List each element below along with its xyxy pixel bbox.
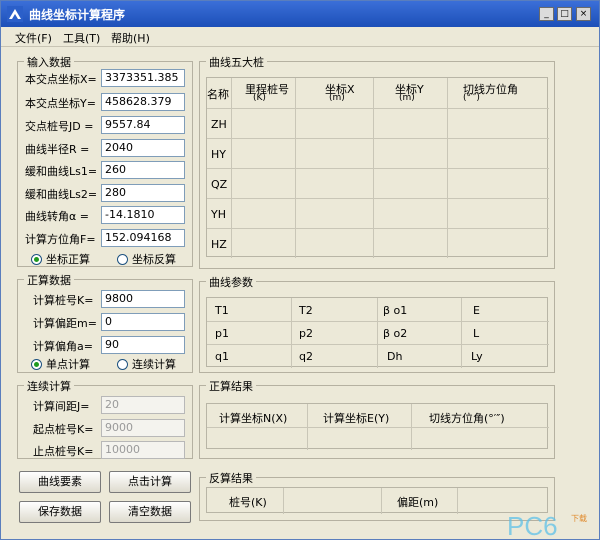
- radio-empty-icon: [117, 359, 128, 370]
- forward-result-title: 正算结果: [206, 378, 256, 394]
- forward-field-k[interactable]: 9800: [101, 290, 185, 308]
- input-field-x[interactable]: 3373351.385: [101, 69, 185, 87]
- svg-text:下载: 下载: [571, 513, 587, 523]
- param-t2: T2: [299, 304, 313, 317]
- radio-empty-icon: [117, 254, 128, 265]
- header-calc-n: 计算坐标N(X): [219, 412, 288, 425]
- save-data-button[interactable]: 保存数据: [19, 501, 101, 523]
- radio-single-calc[interactable]: 单点计算: [31, 356, 90, 372]
- param-q1: q1: [215, 350, 229, 363]
- input-field-ls1[interactable]: 260: [101, 161, 185, 179]
- minimize-button[interactable]: _: [539, 7, 554, 21]
- input-label-ls1: 缓和曲线Ls1=: [25, 165, 98, 178]
- five-stakes-title: 曲线五大桩: [206, 54, 267, 70]
- header-y-unit: (m): [399, 93, 415, 103]
- param-ly: Ly: [471, 350, 483, 363]
- forward-label-a: 计算偏角a=: [33, 340, 93, 353]
- header-calc-e: 计算坐标E(Y): [323, 412, 390, 425]
- input-label-x: 本交点坐标X=: [25, 73, 97, 86]
- menu-tools[interactable]: 工具(T): [63, 30, 100, 46]
- param-p2: p2: [299, 327, 313, 340]
- input-field-ls2[interactable]: 280: [101, 184, 185, 202]
- radio-forward-calc[interactable]: 坐标正算: [31, 251, 90, 267]
- input-field-alpha[interactable]: -14.1810: [101, 206, 185, 224]
- continuous-field-start[interactable]: 9000: [101, 419, 185, 437]
- menu-bar: 文件(F) 工具(T) 帮助(H): [1, 27, 599, 47]
- header-stake-unit: (K): [253, 93, 266, 103]
- radio-selected-icon: [31, 359, 42, 370]
- input-data-title: 输入数据: [24, 54, 74, 70]
- clear-data-button[interactable]: 清空数据: [109, 501, 191, 523]
- menu-file[interactable]: 文件(F): [15, 30, 52, 46]
- input-field-f[interactable]: 152.094168: [101, 229, 185, 247]
- radio-continuous-calc[interactable]: 连续计算: [117, 356, 176, 372]
- curve-elements-button[interactable]: 曲线要素: [19, 471, 101, 493]
- svg-text:PC6: PC6: [507, 511, 558, 539]
- inverse-result-table: 桩号(K) 偏距(m): [206, 487, 548, 514]
- continuous-label-j: 计算间距J=: [33, 400, 90, 413]
- header-x-unit: (m): [329, 93, 345, 103]
- param-q2: q2: [299, 350, 313, 363]
- row-zh: ZH: [211, 118, 227, 131]
- row-hz: HZ: [211, 238, 227, 251]
- input-label-f: 计算方位角F=: [25, 233, 96, 246]
- header-tangent-azimuth: 切线方位角(°′″): [429, 412, 505, 425]
- forward-label-k: 计算桩号K=: [33, 294, 94, 307]
- app-icon: [7, 6, 23, 22]
- continuous-field-end[interactable]: 10000: [101, 441, 185, 459]
- param-l: L: [473, 327, 480, 340]
- input-label-r: 曲线半径R =: [25, 143, 90, 156]
- continuous-label-end: 止点桩号K=: [33, 445, 94, 458]
- pc6-logo-watermark: PC6 下载: [507, 511, 587, 539]
- forward-label-m: 计算偏距m=: [33, 317, 97, 330]
- input-field-y[interactable]: 458628.379: [101, 93, 185, 111]
- click-compute-button[interactable]: 点击计算: [109, 471, 191, 493]
- param-p1: p1: [215, 327, 229, 340]
- header-stake-k: 桩号(K): [229, 496, 267, 509]
- input-field-r[interactable]: 2040: [101, 139, 185, 157]
- continuous-field-j[interactable]: 20: [101, 396, 185, 414]
- input-field-jd[interactable]: 9557.84: [101, 116, 185, 134]
- row-hy: HY: [211, 148, 226, 161]
- forward-result-table: 计算坐标N(X) 计算坐标E(Y) 切线方位角(°′″): [206, 403, 549, 450]
- window-title: 曲线坐标计算程序: [29, 8, 126, 22]
- input-label-ls2: 缓和曲线Ls2=: [25, 188, 98, 201]
- close-button[interactable]: ×: [576, 7, 591, 21]
- param-t1: T1: [215, 304, 229, 317]
- forward-data-title: 正算数据: [24, 272, 74, 288]
- param-dh: Dh: [387, 350, 403, 363]
- input-label-jd: 交点桩号JD =: [25, 120, 94, 133]
- forward-field-a[interactable]: 90: [101, 336, 185, 354]
- continuous-label-start: 起点桩号K=: [33, 423, 94, 436]
- radio-selected-icon: [31, 254, 42, 265]
- input-label-y: 本交点坐标Y=: [25, 97, 96, 110]
- header-stake: 里程桩号: [245, 83, 289, 96]
- inverse-result-title: 反算结果: [206, 470, 256, 486]
- param-beta-o2: β o2: [383, 327, 408, 340]
- param-beta-o1: β o1: [383, 304, 408, 317]
- app-window: 曲线坐标计算程序 _ □ × 文件(F) 工具(T) 帮助(H) 输入数据 本交…: [0, 0, 600, 540]
- curve-params-table: T1 T2 β o1 E p1 p2 β o2 L q1 q2 Dh Ly: [206, 297, 549, 368]
- header-name: 名称: [207, 88, 229, 101]
- menu-help[interactable]: 帮助(H): [111, 30, 150, 46]
- curve-params-title: 曲线参数: [206, 274, 256, 290]
- five-stakes-table: 名称 里程桩号 (K) 坐标X (m) 坐标Y (m) 切线方位角 (°′″) …: [206, 77, 549, 258]
- radio-inverse-calc[interactable]: 坐标反算: [117, 251, 176, 267]
- header-offset-m: 偏距(m): [397, 496, 439, 509]
- maximize-button[interactable]: □: [557, 7, 572, 21]
- forward-field-m[interactable]: 0: [101, 313, 185, 331]
- title-bar: 曲线坐标计算程序 _ □ ×: [1, 1, 599, 27]
- continuous-title: 连续计算: [24, 378, 74, 394]
- input-label-alpha: 曲线转角α =: [25, 210, 89, 223]
- row-yh: YH: [211, 208, 226, 221]
- header-azimuth-unit: (°′″): [463, 93, 480, 103]
- row-qz: QZ: [211, 178, 228, 191]
- param-e: E: [473, 304, 480, 317]
